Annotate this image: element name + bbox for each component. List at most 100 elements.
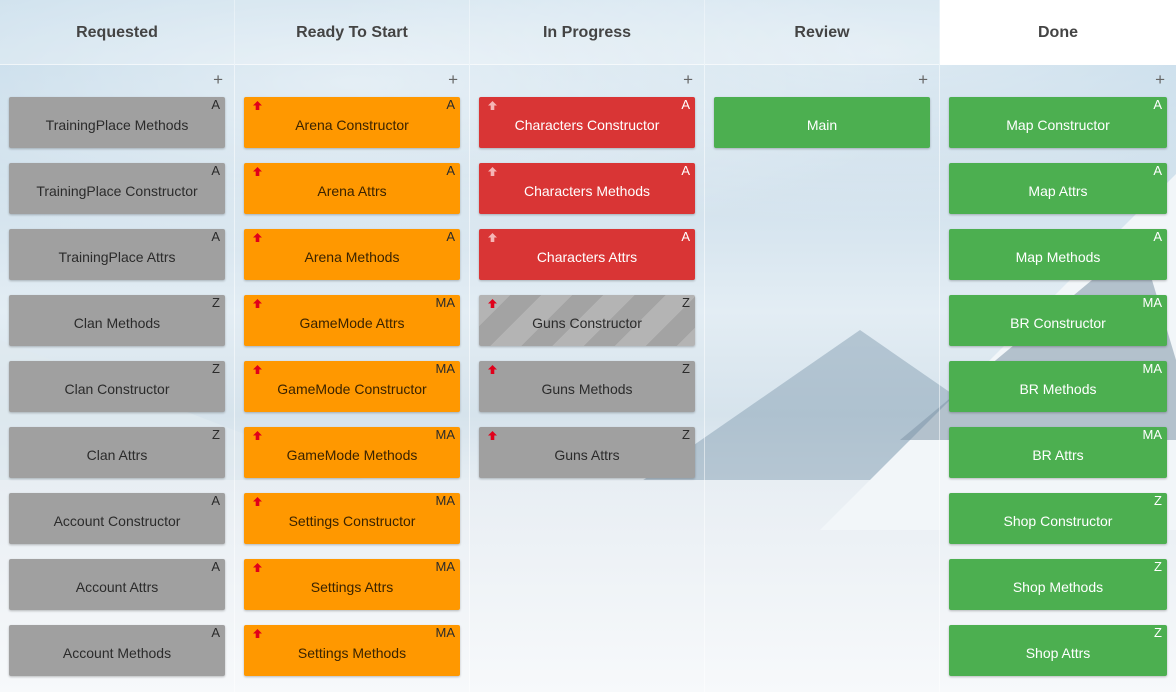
task-card[interactable]: TrainingPlace Methods A	[9, 97, 225, 148]
assignee-badge: Z	[682, 427, 690, 442]
card-title: Map Methods	[1015, 248, 1101, 265]
assignee-badge: Z	[212, 295, 220, 310]
column-header: Done	[940, 0, 1176, 65]
card-title: GameMode Attrs	[299, 314, 405, 331]
card-title: Guns Attrs	[554, 446, 620, 463]
assignee-badge: Z	[1154, 625, 1162, 640]
task-card[interactable]: Arena Methods A	[244, 229, 460, 280]
plus-icon[interactable]: +	[918, 71, 928, 89]
task-card[interactable]: Map Constructor A	[949, 97, 1167, 148]
task-card[interactable]: Characters Constructor A	[479, 97, 695, 148]
card-title: Account Methods	[62, 644, 172, 661]
assignee-badge: MA	[435, 361, 456, 376]
assignee-badge: A	[1153, 97, 1162, 112]
task-card[interactable]: TrainingPlace Attrs A	[9, 229, 225, 280]
task-card[interactable]: BR Attrs MA	[949, 427, 1167, 478]
add-card-row: +	[470, 65, 704, 97]
task-card[interactable]: Arena Constructor A	[244, 97, 460, 148]
card-title: Arena Methods	[304, 248, 400, 265]
column-ready-to-start: Ready To Start + Arena Constructor A Arena A…	[235, 0, 470, 692]
card-list: TrainingPlace Methods A TrainingPlace Cons…	[0, 97, 234, 676]
column-header: Requested	[0, 0, 234, 65]
assignee-badge: A	[1153, 229, 1162, 244]
column-in-progress: In Progress + Characters Constructor A Chara…	[470, 0, 705, 692]
card-title: BR Attrs	[1032, 446, 1084, 463]
task-card[interactable]: Main	[714, 97, 930, 148]
task-card[interactable]: Map Methods A	[949, 229, 1167, 280]
card-title: Shop Attrs	[1025, 644, 1091, 661]
column-header: In Progress	[470, 0, 704, 65]
task-card[interactable]: GameMode Attrs MA	[244, 295, 460, 346]
task-card[interactable]: Shop Attrs Z	[949, 625, 1167, 676]
task-card[interactable]: Account Methods A	[9, 625, 225, 676]
assignee-badge: Z	[212, 427, 220, 442]
card-title: Clan Attrs	[86, 446, 148, 463]
task-card[interactable]: Account Attrs A	[9, 559, 225, 610]
task-card[interactable]: BR Constructor MA	[949, 295, 1167, 346]
assignee-badge: A	[211, 163, 220, 178]
task-card[interactable]: Settings Constructor MA	[244, 493, 460, 544]
task-card[interactable]: BR Methods MA	[949, 361, 1167, 412]
card-list: Map Constructor A Map Attrs A Map Methods A BR…	[940, 97, 1176, 676]
arrow-up-icon	[488, 299, 497, 308]
card-title: Shop Methods	[1012, 578, 1104, 595]
plus-icon[interactable]: +	[213, 71, 223, 89]
task-card[interactable]: Shop Methods Z	[949, 559, 1167, 610]
task-card[interactable]: Account Constructor A	[9, 493, 225, 544]
plus-icon[interactable]: +	[448, 71, 458, 89]
task-card[interactable]: Clan Methods Z	[9, 295, 225, 346]
card-title: GameMode Constructor	[277, 380, 427, 397]
assignee-badge: A	[211, 559, 220, 574]
task-card[interactable]: Guns Constructor Z	[479, 295, 695, 346]
task-card[interactable]: Characters Attrs A	[479, 229, 695, 280]
task-card[interactable]: Characters Methods A	[479, 163, 695, 214]
task-card[interactable]: Guns Methods Z	[479, 361, 695, 412]
card-list: Arena Constructor A Arena Attrs A Arena Meth…	[235, 97, 469, 676]
arrow-up-icon	[253, 365, 262, 374]
assignee-badge: MA	[435, 295, 456, 310]
task-card[interactable]: Settings Attrs MA	[244, 559, 460, 610]
assignee-badge: MA	[435, 559, 456, 574]
assignee-badge: A	[681, 229, 690, 244]
card-title: Characters Attrs	[536, 248, 638, 265]
assignee-badge: MA	[1142, 427, 1163, 442]
assignee-badge: MA	[435, 493, 456, 508]
plus-icon[interactable]: +	[1155, 71, 1165, 89]
column-header: Review	[705, 0, 939, 65]
task-card[interactable]: Arena Attrs A	[244, 163, 460, 214]
arrow-up-icon	[488, 365, 497, 374]
arrow-up-icon	[253, 167, 262, 176]
assignee-badge: A	[446, 163, 455, 178]
arrow-up-icon	[488, 167, 497, 176]
task-card[interactable]: Guns Attrs Z	[479, 427, 695, 478]
card-title: Map Constructor	[1006, 116, 1110, 133]
card-title: Guns Constructor	[532, 314, 642, 331]
assignee-badge: A	[1153, 163, 1162, 178]
task-card[interactable]: GameMode Methods MA	[244, 427, 460, 478]
task-card[interactable]: Clan Constructor Z	[9, 361, 225, 412]
task-card[interactable]: Map Attrs A	[949, 163, 1167, 214]
assignee-badge: Z	[1154, 559, 1162, 574]
assignee-badge: MA	[435, 427, 456, 442]
card-title: GameMode Methods	[286, 446, 418, 463]
assignee-badge: Z	[1154, 493, 1162, 508]
task-card[interactable]: TrainingPlace Constructor A	[9, 163, 225, 214]
arrow-up-icon	[253, 233, 262, 242]
task-card[interactable]: Clan Attrs Z	[9, 427, 225, 478]
task-card[interactable]: Settings Methods MA	[244, 625, 460, 676]
card-title: Characters Constructor	[514, 116, 660, 133]
assignee-badge: A	[211, 493, 220, 508]
assignee-badge: A	[681, 163, 690, 178]
arrow-up-icon	[253, 629, 262, 638]
plus-icon[interactable]: +	[683, 71, 693, 89]
card-title: Arena Attrs	[317, 182, 387, 199]
card-title: Account Constructor	[53, 512, 181, 529]
card-title: Shop Constructor	[1003, 512, 1113, 529]
arrow-up-icon	[488, 101, 497, 110]
card-title: Settings Constructor	[288, 512, 416, 529]
task-card[interactable]: GameMode Constructor MA	[244, 361, 460, 412]
task-card[interactable]: Shop Constructor Z	[949, 493, 1167, 544]
assignee-badge: Z	[682, 295, 690, 310]
arrow-up-icon	[488, 233, 497, 242]
card-title: TrainingPlace Methods	[45, 116, 189, 133]
